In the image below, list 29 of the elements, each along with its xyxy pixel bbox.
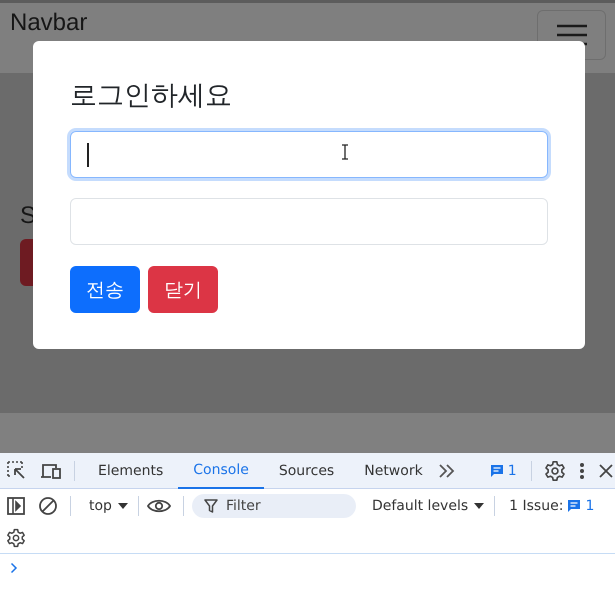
clear-icon[interactable]	[38, 496, 58, 516]
devtools-tab[interactable]: Sources	[264, 452, 350, 488]
input-field[interactable]	[70, 131, 548, 178]
filter-field[interactable]: Filter	[192, 494, 356, 518]
prompt-icon	[10, 562, 18, 574]
levels-dropdown[interactable]: Default levels	[372, 498, 484, 514]
submit-button[interactable]: 전송	[70, 266, 140, 313]
message-icon	[567, 498, 582, 512]
caret-icon	[118, 502, 128, 510]
close-icon[interactable]	[598, 462, 614, 478]
dialog-title: 로그인하세요	[70, 79, 233, 112]
devtools-tab[interactable]: Elements	[83, 452, 178, 488]
context-dropdown[interactable]: top	[89, 498, 128, 514]
eye-icon[interactable]	[146, 498, 171, 514]
caret-icon	[474, 502, 484, 510]
navbar-brand[interactable]: Navbar	[10, 10, 88, 36]
messages-badge[interactable]: 1	[490, 462, 517, 478]
sidebar-icon[interactable]	[6, 496, 26, 516]
message-icon	[490, 464, 504, 478]
issues-button[interactable]: 1 Issue: 1	[509, 498, 594, 514]
more-options-icon[interactable]	[578, 462, 586, 480]
close-button[interactable]: 닫기	[148, 266, 218, 313]
filter-icon	[204, 498, 218, 512]
devtools-tab[interactable]: Network	[349, 452, 438, 488]
settings-icon[interactable]	[544, 460, 566, 482]
more-tabs-icon[interactable]	[438, 462, 456, 480]
devtools-tab[interactable]: Console	[178, 452, 264, 488]
text-cursor-icon	[341, 144, 349, 160]
settings-icon[interactable]	[6, 528, 26, 548]
